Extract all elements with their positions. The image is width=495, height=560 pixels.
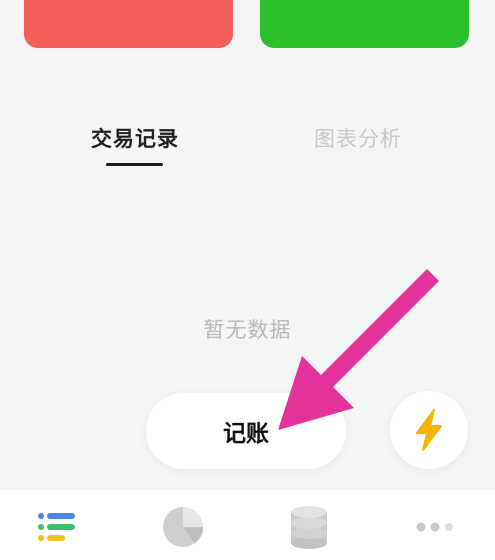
- annotation-arrow: [278, 268, 440, 430]
- quick-record-button[interactable]: [390, 391, 468, 469]
- expense-summary-card[interactable]: [24, 0, 233, 48]
- database-icon: [291, 506, 327, 549]
- income-summary-card[interactable]: [260, 0, 469, 48]
- more-dots-icon: [416, 522, 453, 532]
- nav-item-more[interactable]: [410, 502, 460, 552]
- pie-chart-icon: [163, 507, 203, 547]
- active-tab-indicator: [106, 163, 163, 166]
- lightning-icon: [416, 409, 442, 451]
- list-icon: [38, 513, 75, 541]
- nav-item-transactions[interactable]: [32, 502, 82, 552]
- tab-charts[interactable]: 图表分析: [303, 124, 413, 154]
- record-button[interactable]: 记账: [146, 393, 346, 469]
- tab-transactions[interactable]: 交易记录: [80, 124, 190, 154]
- nav-item-charts[interactable]: [158, 502, 208, 552]
- bottom-navigation: [0, 490, 495, 560]
- empty-state-text: 暂无数据: [203, 318, 292, 342]
- nav-item-assets[interactable]: [284, 502, 334, 552]
